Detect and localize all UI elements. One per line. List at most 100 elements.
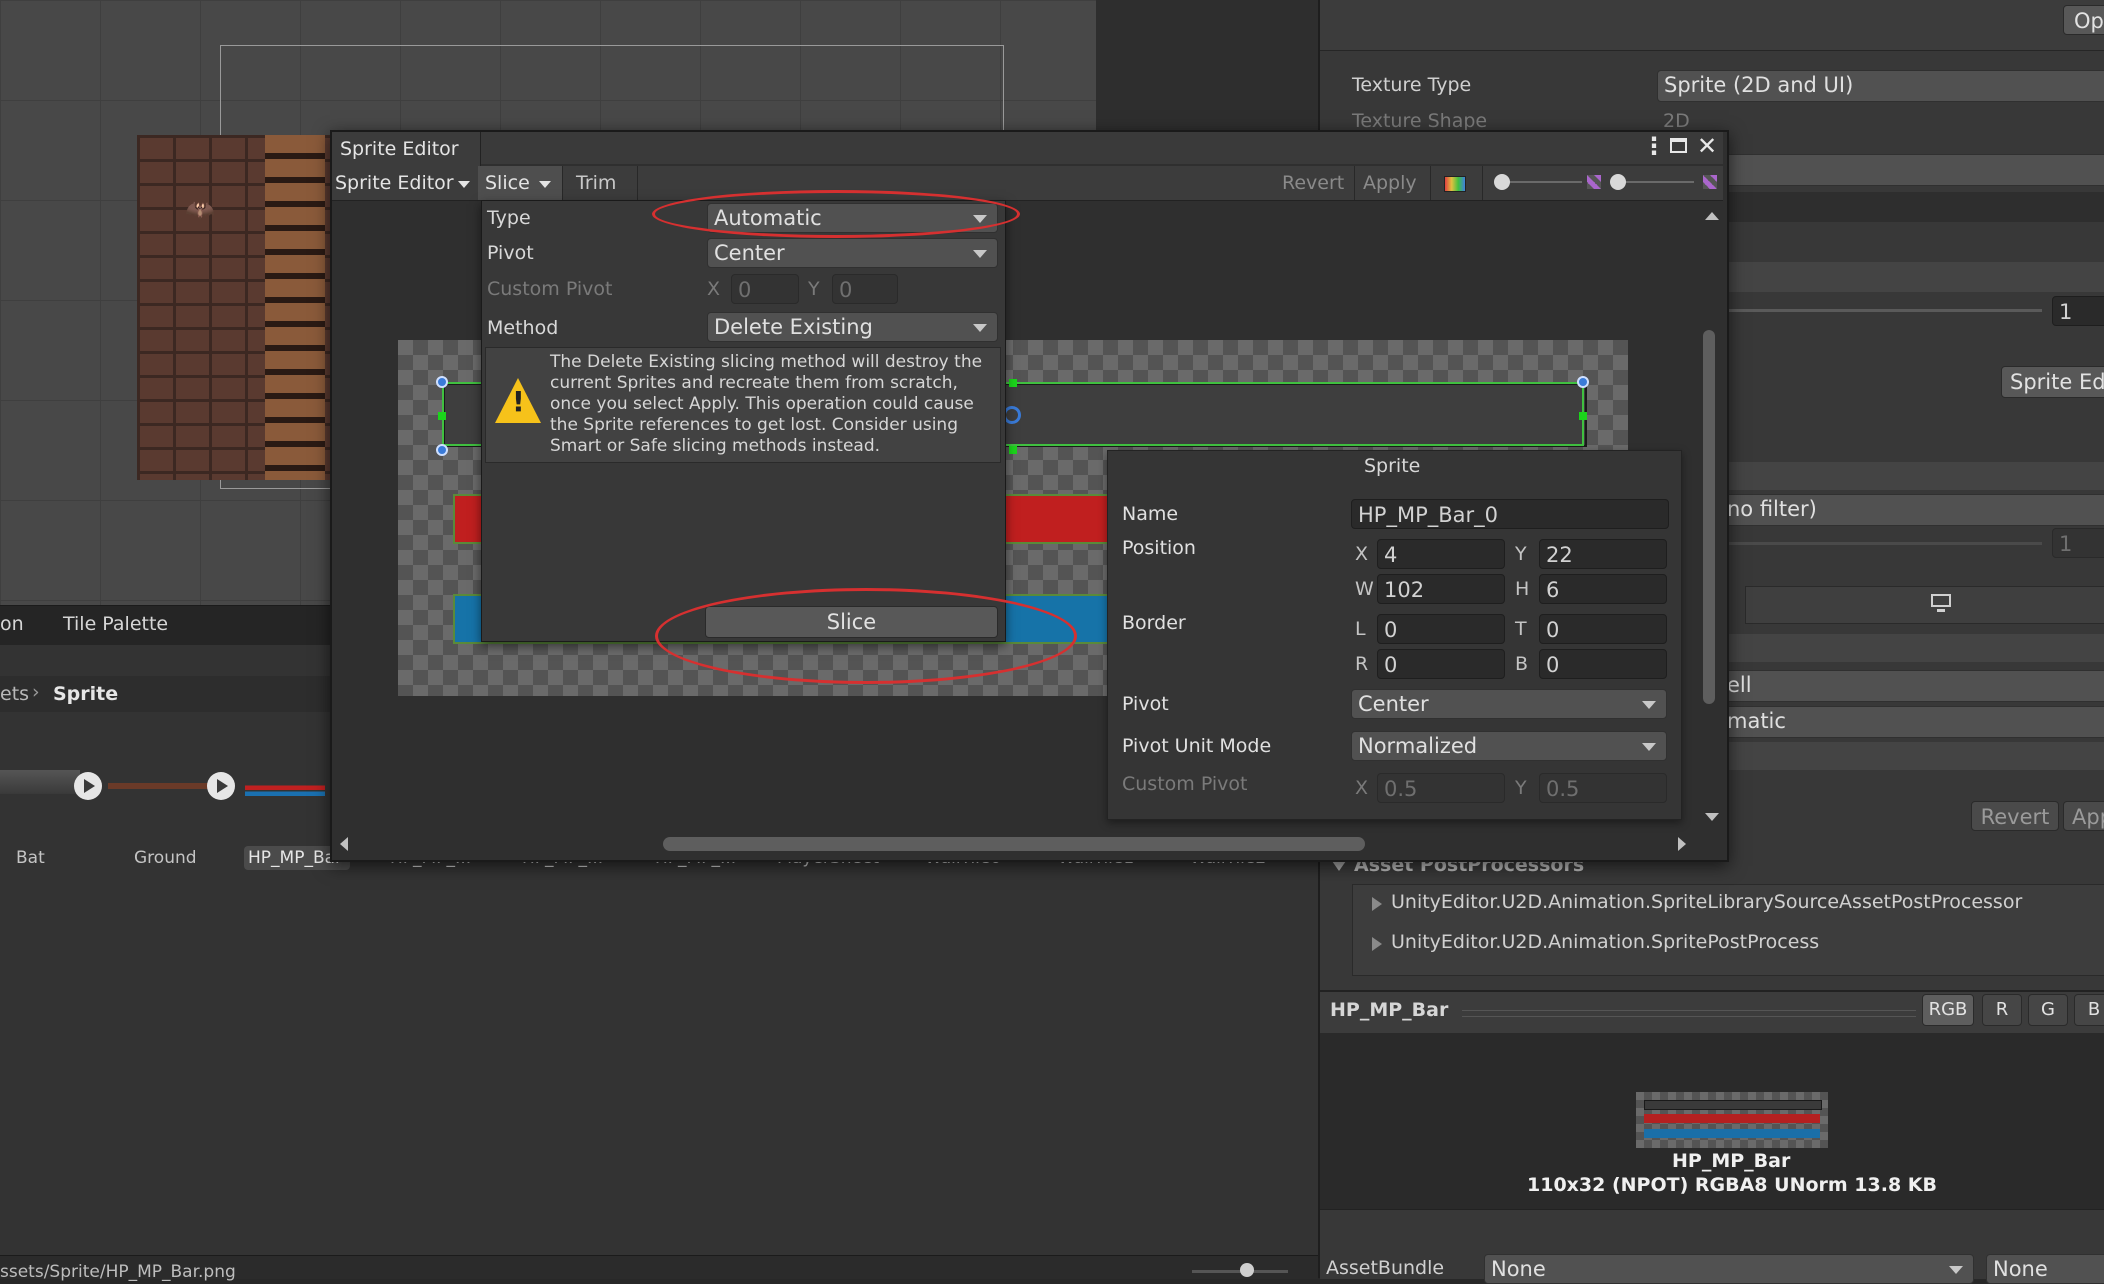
- border-b-field[interactable]: 0: [1539, 649, 1667, 679]
- sprite-name-label: Name: [1122, 503, 1179, 525]
- vertical-scroll-thumb[interactable]: [1703, 330, 1715, 704]
- pos-x-field[interactable]: 4: [1377, 539, 1505, 569]
- pixels-per-unit-field[interactable]: 1: [2052, 296, 2104, 326]
- pos-h-field[interactable]: 6: [1539, 574, 1667, 604]
- foldout-collapsed-icon[interactable]: [1372, 897, 1382, 911]
- bat-animation-thumb[interactable]: [0, 770, 80, 794]
- monitor-icon[interactable]: [1931, 594, 1951, 607]
- wrap-partial: ell: [1727, 673, 1752, 697]
- scroll-up-icon[interactable]: [1705, 212, 1719, 220]
- pos-w-field[interactable]: 102: [1377, 574, 1505, 604]
- channel-r[interactable]: R: [1982, 994, 2022, 1026]
- channel-b[interactable]: B: [2074, 994, 2104, 1026]
- alpha-icon: [1587, 175, 1601, 189]
- pos-x-label: X: [1355, 543, 1369, 565]
- sprite-cp-y-field[interactable]: 0.5: [1539, 773, 1667, 803]
- sprite-editor-title: Sprite Editor: [340, 138, 459, 160]
- horizontal-scroll-thumb[interactable]: [663, 837, 1365, 851]
- slice-cp-x-field[interactable]: 0: [731, 274, 799, 304]
- inspector-field-row-5[interactable]: [1720, 742, 2104, 770]
- sprite-name-field[interactable]: HP_MP_Bar_0: [1351, 499, 1669, 529]
- trim-button[interactable]: Trim: [576, 172, 616, 194]
- texture-type-dropdown[interactable]: Sprite (2D and UI): [1657, 70, 2104, 102]
- scroll-left-icon[interactable]: [340, 837, 348, 851]
- aniso-level-field[interactable]: 1: [2052, 528, 2104, 558]
- alpha-slider-knob[interactable]: [1494, 174, 1510, 190]
- mode-dropdown[interactable]: Sprite Editor: [335, 172, 454, 194]
- toolbar-sep-2: [1430, 166, 1431, 200]
- close-icon[interactable]: ✕: [1697, 132, 1717, 160]
- slice-cp-y-label: Y: [808, 278, 820, 300]
- sprite-pivot-dropdown[interactable]: Center: [1351, 689, 1667, 719]
- edge-handle-l[interactable]: [438, 412, 446, 420]
- postprocessor-item-1[interactable]: UnityEditor.U2D.Animation.SpriteLibraryS…: [1391, 891, 2022, 913]
- annotation-ellipse-slice: [655, 588, 1077, 684]
- asset-hpmp[interactable]: HP_MP_Bar: [248, 848, 342, 868]
- edge-handle-t[interactable]: [1009, 379, 1017, 387]
- edge-handle-b[interactable]: [1009, 446, 1017, 454]
- pos-w-label: W: [1355, 578, 1374, 600]
- pixels-slider-track[interactable]: [1720, 309, 2042, 312]
- border-l-field[interactable]: 0: [1377, 614, 1505, 644]
- more-menu-icon[interactable]: ⋮: [1642, 132, 1666, 160]
- resize-handle-tl[interactable]: [436, 376, 448, 388]
- edge-handle-r[interactable]: [1579, 412, 1587, 420]
- border-t-field[interactable]: 0: [1539, 614, 1667, 644]
- color-channel-toggle-icon[interactable]: [1444, 176, 1466, 192]
- pos-y-field[interactable]: 22: [1539, 539, 1667, 569]
- asset-ground[interactable]: Ground: [134, 848, 197, 868]
- border-b-label: B: [1515, 653, 1529, 675]
- slice-method-label: Method: [487, 317, 559, 339]
- sprite-editor-button[interactable]: Sprite Edit: [2001, 366, 2104, 398]
- tab-tile-palette[interactable]: Tile Palette: [63, 613, 168, 635]
- slice-custom-pivot-label: Custom Pivot: [487, 278, 613, 300]
- sprite-editor-titlebar[interactable]: [332, 132, 1723, 164]
- breadcrumb-prev[interactable]: ets: [0, 683, 29, 705]
- inspector-field-row-3[interactable]: [1720, 462, 2104, 490]
- zoom-slider-knob[interactable]: [1240, 1263, 1254, 1277]
- resize-handle-tr[interactable]: [1577, 376, 1589, 388]
- scroll-down-icon[interactable]: [1705, 813, 1719, 821]
- border-r-field[interactable]: 0: [1377, 649, 1505, 679]
- slice-menu[interactable]: Slice: [485, 172, 530, 194]
- tab-partial[interactable]: on: [0, 613, 24, 635]
- revert-button[interactable]: Revert: [1282, 172, 1344, 194]
- hpmp-thumb[interactable]: [245, 780, 325, 798]
- pivot-unit-mode-dropdown[interactable]: Normalized: [1351, 731, 1667, 761]
- channel-g[interactable]: G: [2028, 994, 2068, 1026]
- open-button[interactable]: Op: [2063, 5, 2104, 35]
- inspector-revert-button[interactable]: Revert: [1971, 801, 2059, 831]
- ground-animation-thumb[interactable]: [108, 783, 208, 789]
- asset-bat[interactable]: Bat: [16, 848, 45, 868]
- slice-pivot-dropdown[interactable]: Center: [707, 238, 998, 268]
- sprite-cp-x-field[interactable]: 0.5: [1377, 773, 1505, 803]
- monitor-icon-stand: [1937, 609, 1945, 612]
- mip-slider-knob[interactable]: [1610, 174, 1626, 190]
- scroll-right-icon[interactable]: [1678, 837, 1686, 851]
- assetbundle-variant-dropdown[interactable]: None: [1986, 1254, 2104, 1284]
- slice-cp-y-field[interactable]: 0: [832, 274, 898, 304]
- sprite-position-label: Position: [1122, 537, 1196, 559]
- resize-handle-bl[interactable]: [436, 444, 448, 456]
- chevron-down-icon: [973, 324, 987, 332]
- compression-dropdown[interactable]: matic: [1720, 706, 2104, 738]
- slice-cp-x-label: X: [707, 278, 721, 300]
- preview-title: HP_MP_Bar: [1330, 999, 1449, 1021]
- channel-rgb[interactable]: RGB: [1922, 994, 1974, 1026]
- foldout-expanded-icon[interactable]: [1332, 861, 1346, 871]
- maximize-icon[interactable]: [1670, 138, 1687, 153]
- inspector-field-row-4[interactable]: [1720, 634, 2104, 662]
- inspector-field-row-1[interactable]: [1720, 192, 2104, 222]
- slice-method-dropdown[interactable]: Delete Existing: [707, 312, 998, 342]
- assetbundle-dropdown[interactable]: None: [1484, 1254, 1974, 1284]
- postprocessor-item-2[interactable]: UnityEditor.U2D.Animation.SpritePostProc…: [1391, 931, 1819, 953]
- wrap-dropdown[interactable]: ell: [1720, 670, 2104, 702]
- foldout-collapsed-icon-2[interactable]: [1372, 937, 1382, 951]
- filter-dropdown[interactable]: no filter): [1720, 494, 2104, 526]
- breadcrumb-current[interactable]: Sprite: [53, 683, 118, 705]
- apply-button[interactable]: Apply: [1363, 172, 1417, 194]
- alpha-slider-track[interactable]: [1500, 181, 1582, 183]
- platform-tabs[interactable]: [1745, 586, 2104, 624]
- inspector-apply-button[interactable]: App: [2063, 801, 2104, 831]
- inspector-field-row-2[interactable]: [1720, 262, 2104, 292]
